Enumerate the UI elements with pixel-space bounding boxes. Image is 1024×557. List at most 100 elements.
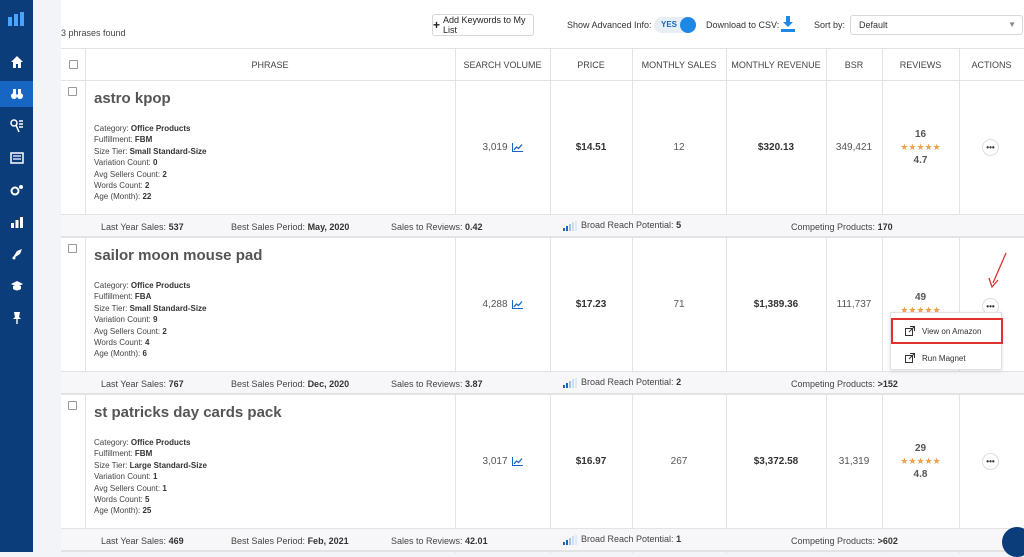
select-all-checkbox[interactable] xyxy=(68,60,78,69)
phrase-title[interactable]: st patricks day cards pack xyxy=(94,404,282,421)
reviews-count: 16 xyxy=(914,129,927,140)
chat-widget-button[interactable] xyxy=(1002,527,1024,557)
header-bsr[interactable]: BSR xyxy=(826,49,882,80)
phrase-details: Category: Office Products Fulfillment: FB… xyxy=(94,437,207,517)
nav-academy-icon[interactable] xyxy=(0,273,33,299)
toggle-state-label: YES xyxy=(661,20,678,29)
nav-analytics-icon[interactable] xyxy=(0,209,33,235)
detail-label: Fulfillment: xyxy=(94,292,133,302)
nav-operations-icon[interactable] xyxy=(0,177,33,203)
detail-value: FBM xyxy=(134,135,153,145)
row-actions-button[interactable]: ••• xyxy=(982,139,999,156)
nav-research-icon[interactable] xyxy=(0,81,33,107)
label: Best Sales Period: xyxy=(231,379,306,389)
bsr-value: 111,737 xyxy=(836,299,872,310)
sidebar xyxy=(0,0,33,552)
reviews-cell: 29 ★★★★★ 4.8 xyxy=(882,395,959,528)
sales-to-reviews: Sales to Reviews: 0.42 xyxy=(391,222,483,232)
add-keywords-label: Add Keywords to My List xyxy=(443,15,526,35)
bsr-value: 349,421 xyxy=(835,142,873,153)
header-reviews[interactable]: REVIEWS xyxy=(882,49,959,80)
detail-value: Small Standard-Size xyxy=(129,303,207,313)
phrase-title[interactable]: astro kpop xyxy=(94,90,171,107)
detail-value: 2 xyxy=(162,326,167,336)
sort-select[interactable]: Default ▼ xyxy=(850,15,1023,35)
detail-value: 22 xyxy=(142,192,152,202)
detail-value: 1 xyxy=(162,483,167,493)
value: 1 xyxy=(676,534,682,544)
run-magnet-menu-item[interactable]: Run Magnet xyxy=(891,346,1003,370)
value: 5 xyxy=(676,220,682,230)
rating-value: 4.7 xyxy=(913,155,928,166)
row-actions-button[interactable]: ••• xyxy=(982,453,999,470)
detail-line: Category: Office Products xyxy=(94,437,207,448)
phrase-details: Category: Office Products Fulfillment: FB… xyxy=(94,123,207,203)
detail-label: Size Tier: xyxy=(94,146,128,156)
detail-value: 5 xyxy=(145,495,150,505)
value: 3.87 xyxy=(465,379,483,389)
header-phrase[interactable]: PHRASE xyxy=(85,49,455,80)
detail-label: Age (Month): xyxy=(94,349,141,359)
row-summary-bar: Last Year Sales: 767 Best Sales Period: D… xyxy=(61,371,1024,395)
detail-line: Fulfillment: FBM xyxy=(94,448,207,459)
trend-chart-icon[interactable] xyxy=(511,457,523,466)
competing-products: Competing Products: 170 xyxy=(791,222,893,232)
rating-value: 4.8 xyxy=(913,469,928,480)
trend-chart-icon[interactable] xyxy=(511,143,523,152)
header-actions: ACTIONS xyxy=(971,59,1012,70)
detail-label: Variation Count: xyxy=(94,472,151,482)
bsr-value: 31,319 xyxy=(838,456,870,467)
value: Dec, 2020 xyxy=(307,379,350,389)
competing-products: Competing Products: >602 xyxy=(791,536,898,546)
detail-line: Words Count: 4 xyxy=(94,337,207,348)
label: Last Year Sales: xyxy=(101,536,167,546)
value: 42.01 xyxy=(465,536,488,546)
results-panel: 3 phrases found + Add Keywords to My Lis… xyxy=(61,0,1024,553)
best-sales-period: Best Sales Period: Dec, 2020 xyxy=(231,379,349,389)
row-checkbox[interactable] xyxy=(68,244,77,253)
monthly-sales-value: 12 xyxy=(673,142,685,153)
detail-line: Age (Month): 22 xyxy=(94,191,207,202)
phrase-title[interactable]: sailor moon mouse pad xyxy=(94,247,262,264)
detail-line: Fulfillment: FBM xyxy=(94,134,207,145)
header-monthly-revenue[interactable]: MONTHLY REVENUE xyxy=(726,49,826,80)
results-toolbar: 3 phrases found + Add Keywords to My Lis… xyxy=(61,0,1024,48)
star-rating-icon: ★★★★★ xyxy=(900,142,941,152)
detail-label: Avg Sellers Count: xyxy=(94,169,161,179)
header-search-volume[interactable]: SEARCH VOLUME xyxy=(455,49,550,80)
nav-pin-icon[interactable] xyxy=(0,305,33,331)
row-checkbox[interactable] xyxy=(68,87,77,96)
row-checkbox[interactable] xyxy=(68,401,77,410)
star-rating-icon: ★★★★★ xyxy=(900,456,941,466)
view-on-amazon-menu-item[interactable]: View on Amazon xyxy=(891,318,1003,344)
nav-marketing-icon[interactable] xyxy=(0,241,33,267)
price-value: $17.23 xyxy=(575,299,607,310)
external-link-icon xyxy=(905,326,915,336)
detail-line: Age (Month): 25 xyxy=(94,505,207,516)
label: Competing Products: xyxy=(791,222,876,232)
header-price[interactable]: PRICE xyxy=(550,49,632,80)
nav-home-icon[interactable] xyxy=(0,49,33,75)
detail-line: Words Count: 5 xyxy=(94,494,207,505)
detail-label: Size Tier: xyxy=(94,303,128,313)
label: Sales to Reviews: xyxy=(391,222,463,232)
detail-label: Age (Month): xyxy=(94,192,141,202)
trend-chart-icon[interactable] xyxy=(511,300,523,309)
value: >602 xyxy=(877,536,898,546)
header-monthly-sales[interactable]: MONTHLY SALES xyxy=(632,49,726,80)
value: May, 2020 xyxy=(307,222,350,232)
download-icon[interactable] xyxy=(781,16,795,32)
detail-line: Words Count: 2 xyxy=(94,180,207,191)
detail-label: Size Tier: xyxy=(94,460,128,470)
advanced-info-toggle[interactable]: YES xyxy=(654,17,696,33)
monthly-revenue-value: $3,372.58 xyxy=(753,456,799,467)
label: Best Sales Period: xyxy=(231,536,306,546)
nav-keyword-icon[interactable] xyxy=(0,113,33,139)
detail-value: 4 xyxy=(145,338,150,348)
nav-listing-icon[interactable] xyxy=(0,145,33,171)
add-keywords-button[interactable]: + Add Keywords to My List xyxy=(432,14,534,36)
detail-line: Size Tier: Large Standard-Size xyxy=(94,460,207,471)
table-header: PHRASE SEARCH VOLUME PRICE MONTHLY SALES… xyxy=(61,49,1024,81)
detail-value: Office Products xyxy=(130,438,191,447)
page-gutter xyxy=(33,0,61,552)
